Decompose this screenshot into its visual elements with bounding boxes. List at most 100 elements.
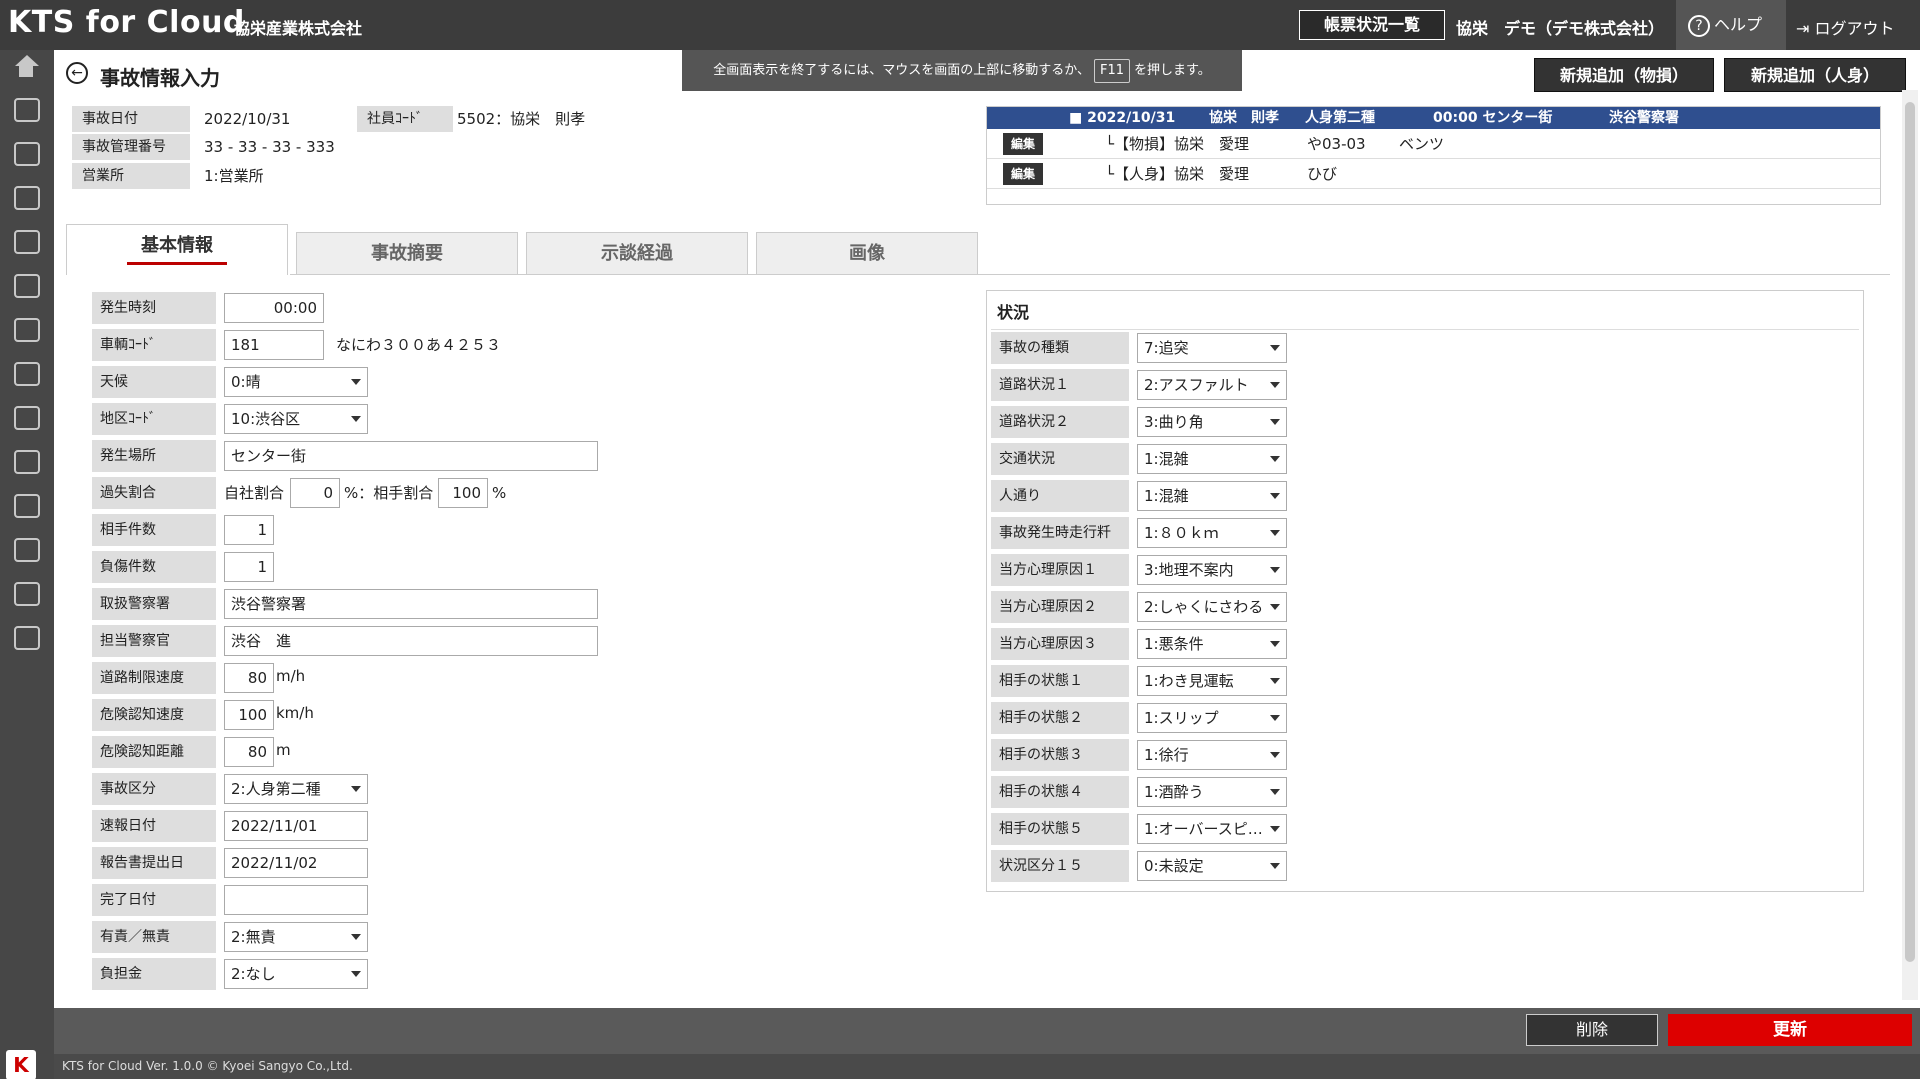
area-code-select[interactable]: 10:渋谷区 xyxy=(224,404,368,434)
back-arrow-icon[interactable]: ← xyxy=(66,62,88,84)
opponent-count-label: 相手件数 xyxy=(92,514,216,546)
home-icon[interactable] xyxy=(14,55,40,79)
add-property-button[interactable]: 新規追加（物損） xyxy=(1534,58,1714,92)
chevron-down-icon xyxy=(1270,456,1280,462)
office-value: 1:営業所 xyxy=(204,167,264,185)
quick-report-date-input[interactable]: 2022/11/01 xyxy=(224,811,368,841)
truck-icon[interactable] xyxy=(14,98,40,122)
f11-key: F11 xyxy=(1094,59,1131,83)
edit-button[interactable]: 編集 xyxy=(1003,133,1043,155)
police-station-input[interactable]: 渋谷警察署 xyxy=(224,589,598,619)
status-select[interactable]: 1:徐行 xyxy=(1137,740,1287,770)
delete-button[interactable]: 削除 xyxy=(1526,1014,1658,1046)
accident-date-value: 2022/10/31 xyxy=(204,110,291,128)
summary-time-place: 00:00 センター街 xyxy=(1433,110,1553,126)
weather-label: 天候 xyxy=(92,366,216,398)
injury-count-input[interactable]: 1 xyxy=(224,552,274,582)
status-select[interactable]: 1:スリップ xyxy=(1137,703,1287,733)
car-crash-icon[interactable] xyxy=(14,494,40,518)
tab-underline xyxy=(127,262,227,265)
report-icon[interactable] xyxy=(14,626,40,650)
status-select[interactable]: 1:悪条件 xyxy=(1137,629,1287,659)
summary-type: 人身第二種 xyxy=(1305,110,1375,126)
tab-basic-info[interactable]: 基本情報 xyxy=(66,224,288,275)
accident-icon[interactable] xyxy=(14,450,40,474)
opponent-count-input[interactable]: 1 xyxy=(224,515,274,545)
burden-select[interactable]: 2:なし xyxy=(224,959,368,989)
summary-row: 編集 └【物損】協栄 愛理 や03-03 ベンツ xyxy=(987,129,1880,159)
summary-row-detail: ベンツ xyxy=(1399,135,1445,153)
danger-distance-input[interactable]: 80 xyxy=(224,737,274,767)
status-select[interactable]: 1:混雑 xyxy=(1137,481,1287,511)
vehicle-icon[interactable] xyxy=(14,318,40,342)
summary-row: 編集 └【人身】協栄 愛理 ひび xyxy=(987,159,1880,189)
status-select[interactable]: 3:曲り角 xyxy=(1137,407,1287,437)
scrollbar-thumb[interactable] xyxy=(1905,102,1915,962)
vehicle-code-input[interactable]: 181 xyxy=(224,330,324,360)
update-button[interactable]: 更新 xyxy=(1668,1014,1912,1046)
chevron-down-icon xyxy=(1270,641,1280,647)
other-ratio-label: %：相手割合 xyxy=(344,484,434,502)
tab-summary[interactable]: 事故摘要 xyxy=(296,232,518,275)
time-input[interactable]: 00:00 xyxy=(224,293,324,323)
police-station-label: 取扱警察署 xyxy=(92,588,216,620)
help-label: ヘルプ xyxy=(1714,15,1763,34)
status-label: 相手の状態４ xyxy=(991,776,1129,808)
document-icon[interactable] xyxy=(14,186,40,210)
status-value: 1:８０ｋｍ xyxy=(1144,524,1219,542)
weather-select[interactable]: 0:晴 xyxy=(224,367,368,397)
status-label: 相手の状態１ xyxy=(991,665,1129,697)
chevron-down-icon xyxy=(351,416,361,422)
category-select[interactable]: 2:人身第二種 xyxy=(224,774,368,804)
tab-settlement[interactable]: 示談経過 xyxy=(526,232,748,275)
vehicle-code-label: 車輌ｺｰﾄﾞ xyxy=(92,329,216,361)
status-value: 1:酒酔う xyxy=(1144,783,1204,801)
fuel-icon[interactable] xyxy=(14,274,40,298)
liability-value: 2:無責 xyxy=(231,928,276,946)
status-select[interactable]: 2:アスファルト xyxy=(1137,370,1287,400)
status-select[interactable]: 7:追突 xyxy=(1137,333,1287,363)
report-status-button[interactable]: 帳票状況一覧 xyxy=(1299,10,1445,40)
status-select[interactable]: 0:未設定 xyxy=(1137,851,1287,881)
status-select[interactable]: 1:わき見運転 xyxy=(1137,666,1287,696)
logout-button[interactable]: ⇥ ログアウト xyxy=(1796,15,1895,39)
place-input[interactable]: センター街 xyxy=(224,441,598,471)
area-code-label: 地区ｺｰﾄﾞ xyxy=(92,403,216,435)
profile-icon[interactable] xyxy=(14,582,40,606)
calendar-icon[interactable] xyxy=(14,362,40,386)
officer-input[interactable]: 渋谷 進 xyxy=(224,626,598,656)
status-select[interactable]: 1:酒酔う xyxy=(1137,777,1287,807)
status-select[interactable]: 1:オーバースピード xyxy=(1137,814,1287,844)
status-select[interactable]: 1:混雑 xyxy=(1137,444,1287,474)
status-select[interactable]: 3:地理不案内 xyxy=(1137,555,1287,585)
edit-button[interactable]: 編集 xyxy=(1003,163,1043,185)
id-card-icon[interactable] xyxy=(14,406,40,430)
liability-select[interactable]: 2:無責 xyxy=(224,922,368,952)
other-ratio-input[interactable]: 100 xyxy=(438,478,488,508)
driver-icon[interactable] xyxy=(14,230,40,254)
status-label: 事故発生時走行粁 xyxy=(991,517,1129,549)
status-select[interactable]: 2:しゃくにさわる xyxy=(1137,592,1287,622)
speed-limit-input[interactable]: 80 xyxy=(224,663,274,693)
time-label: 発生時刻 xyxy=(92,292,216,324)
status-label: 道路状況１ xyxy=(991,369,1129,401)
danger-speed-unit: km/h xyxy=(276,704,314,722)
clipboard-icon[interactable] xyxy=(14,142,40,166)
danger-speed-label: 危険認知速度 xyxy=(92,699,216,731)
summary-row-kind: └【物損】協栄 愛理 xyxy=(1105,135,1250,153)
summary-name: 協栄 則孝 xyxy=(1209,110,1279,126)
tab-images[interactable]: 画像 xyxy=(756,232,978,275)
own-ratio-input[interactable]: 0 xyxy=(290,478,340,508)
chevron-down-icon xyxy=(1270,789,1280,795)
status-value: 3:地理不案内 xyxy=(1144,561,1234,579)
page-title: 事故情報入力 xyxy=(100,66,220,90)
add-person-button[interactable]: 新規追加（人身） xyxy=(1724,58,1906,92)
status-select[interactable]: 1:８０ｋｍ xyxy=(1137,518,1287,548)
vertical-scrollbar[interactable] xyxy=(1902,90,1918,1000)
schedule-icon[interactable] xyxy=(14,538,40,562)
officer-label: 担当警察官 xyxy=(92,625,216,657)
report-date-input[interactable]: 2022/11/02 xyxy=(224,848,368,878)
completion-date-input[interactable] xyxy=(224,885,368,915)
danger-speed-input[interactable]: 100 xyxy=(224,700,274,730)
help-button[interactable]: ? ヘルプ xyxy=(1676,0,1786,50)
